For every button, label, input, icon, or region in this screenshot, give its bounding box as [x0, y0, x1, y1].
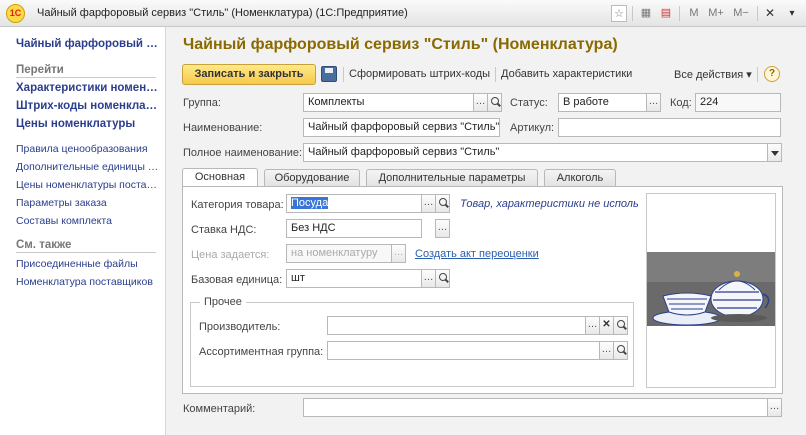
other-group-title: Прочее: [200, 296, 246, 308]
clear-icon[interactable]: ✕: [599, 316, 614, 335]
navigation-panel: Чайный фарфоровый сервиз "Стиль" Перейти…: [0, 27, 166, 435]
manufacturer-label: Производитель:: [199, 321, 281, 333]
create-revaluation-link[interactable]: Создать акт переоценки: [415, 248, 539, 260]
category-field[interactable]: Посуда: [286, 194, 422, 213]
save-and-close-button[interactable]: Записать и закрыть: [182, 64, 316, 85]
status-label: Статус:: [510, 97, 548, 109]
status-field[interactable]: В работе: [558, 93, 647, 112]
unit-field[interactable]: шт: [286, 269, 422, 288]
favorites-icon[interactable]: ☆: [611, 5, 627, 22]
category-select-button[interactable]: …: [421, 194, 436, 213]
manufacturer-field[interactable]: [327, 316, 586, 335]
group-label: Группа:: [183, 97, 221, 109]
sidebar-item-prices[interactable]: Цены номенклатуры: [16, 118, 160, 130]
sidebar-item-supplier-prices[interactable]: Цены номенклатуры поставщиков: [16, 179, 160, 191]
chevron-down-icon[interactable]: [767, 143, 782, 162]
sidebar-item-attached-files[interactable]: Присоединенные файлы: [16, 258, 160, 270]
add-characteristics-button[interactable]: Добавить характеристики: [501, 68, 632, 80]
search-icon[interactable]: [613, 316, 628, 335]
group-field[interactable]: Комплекты: [303, 93, 474, 112]
manufacturer-select-button[interactable]: …: [585, 316, 600, 335]
tab-alcohol[interactable]: Алкоголь: [544, 169, 616, 187]
all-actions-menu[interactable]: Все действия ▾: [674, 68, 752, 81]
assortment-select-button[interactable]: …: [599, 341, 614, 360]
search-icon[interactable]: [435, 194, 450, 213]
app-logo: 1С: [6, 4, 25, 23]
tea-set-image: [647, 252, 775, 326]
calendar-icon[interactable]: ▤: [659, 5, 673, 22]
group-select-button[interactable]: …: [473, 93, 488, 112]
comment-field[interactable]: [303, 398, 768, 417]
sidebar-see-also-header: См. также: [16, 239, 156, 253]
unit-label: Базовая единица:: [191, 274, 283, 286]
save-icon[interactable]: [321, 66, 337, 82]
name-field[interactable]: Чайный фарфоровый сервиз "Стиль": [303, 118, 500, 137]
category-hint: Товар, характеристики не используются: [460, 198, 638, 210]
generate-barcodes-button[interactable]: Сформировать штрих-коды: [349, 68, 490, 80]
code-field[interactable]: 224: [695, 93, 781, 112]
comment-label: Комментарий:: [183, 403, 256, 415]
tab-main[interactable]: Основная: [182, 168, 258, 187]
vat-select-button[interactable]: …: [435, 219, 450, 238]
tab-equipment[interactable]: Оборудование: [264, 169, 360, 187]
search-icon[interactable]: [435, 269, 450, 288]
help-icon[interactable]: ?: [764, 66, 780, 82]
comment-select-button[interactable]: …: [767, 398, 782, 417]
article-field[interactable]: [558, 118, 781, 137]
product-image[interactable]: [646, 193, 776, 388]
full-name-label: Полное наименование:: [183, 147, 303, 159]
search-icon[interactable]: [613, 341, 628, 360]
article-label: Артикул:: [510, 122, 555, 134]
memory-minus-button[interactable]: M−: [731, 5, 751, 22]
full-name-field[interactable]: Чайный фарфоровый сервиз "Стиль": [303, 143, 768, 162]
sidebar-item-pricing-rules[interactable]: Правила ценообразования: [16, 143, 160, 155]
calculator-icon[interactable]: ▦: [639, 5, 653, 22]
vat-field[interactable]: Без НДС: [286, 219, 422, 238]
price-select-button: …: [391, 244, 406, 263]
assortment-field[interactable]: [327, 341, 600, 360]
price-field: на номенклатуру: [286, 244, 392, 263]
close-window-icon[interactable]: ✕: [763, 5, 777, 22]
memory-plus-button[interactable]: M+: [706, 5, 726, 22]
sidebar-item-barcodes[interactable]: Штрих-коды номенклатуры: [16, 100, 160, 112]
price-label: Цена задается:: [191, 249, 270, 261]
assortment-label: Ассортиментная группа:: [199, 346, 324, 358]
sidebar-item-characteristics[interactable]: Характеристики номенклатуры: [16, 82, 160, 94]
sidebar-item-order-params[interactable]: Параметры заказа: [16, 197, 160, 209]
page-title: Чайный фарфоровый сервиз "Стиль" (Номенк…: [183, 36, 618, 53]
status-select-button[interactable]: …: [646, 93, 661, 112]
more-window-icon[interactable]: ▾: [785, 5, 799, 22]
sidebar-item-supplier-nomenclature[interactable]: Номенклатура поставщиков: [16, 276, 160, 288]
code-label: Код:: [670, 97, 692, 109]
tab-additional-params[interactable]: Дополнительные параметры: [366, 169, 538, 187]
memory-m-button[interactable]: M: [688, 5, 700, 22]
title-bar: 1С Чайный фарфоровый сервиз "Стиль" (Ном…: [0, 0, 806, 27]
sidebar-current-item[interactable]: Чайный фарфоровый сервиз "Стиль": [16, 38, 160, 50]
form-area: Чайный фарфоровый сервиз "Стиль" (Номенк…: [167, 27, 806, 435]
sidebar-item-kit-contents[interactable]: Составы комплекта: [16, 215, 160, 227]
search-icon[interactable]: [487, 93, 502, 112]
sidebar-go-header: Перейти: [16, 64, 156, 78]
name-label: Наименование:: [183, 122, 263, 134]
window-title: Чайный фарфоровый сервиз "Стиль" (Номенк…: [37, 7, 408, 19]
category-label: Категория товара:: [191, 199, 284, 211]
unit-select-button[interactable]: …: [421, 269, 436, 288]
vat-label: Ставка НДС:: [191, 224, 257, 236]
sidebar-item-units[interactable]: Дополнительные единицы измерения: [16, 161, 160, 173]
